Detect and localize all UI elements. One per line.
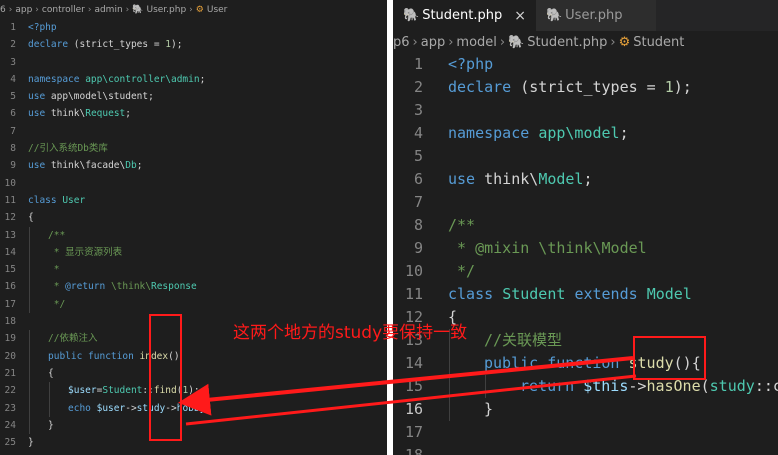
arrow-from-left-study	[185, 374, 637, 426]
annotation-arrows	[178, 356, 637, 426]
arrow-to-left-study	[178, 356, 634, 416]
